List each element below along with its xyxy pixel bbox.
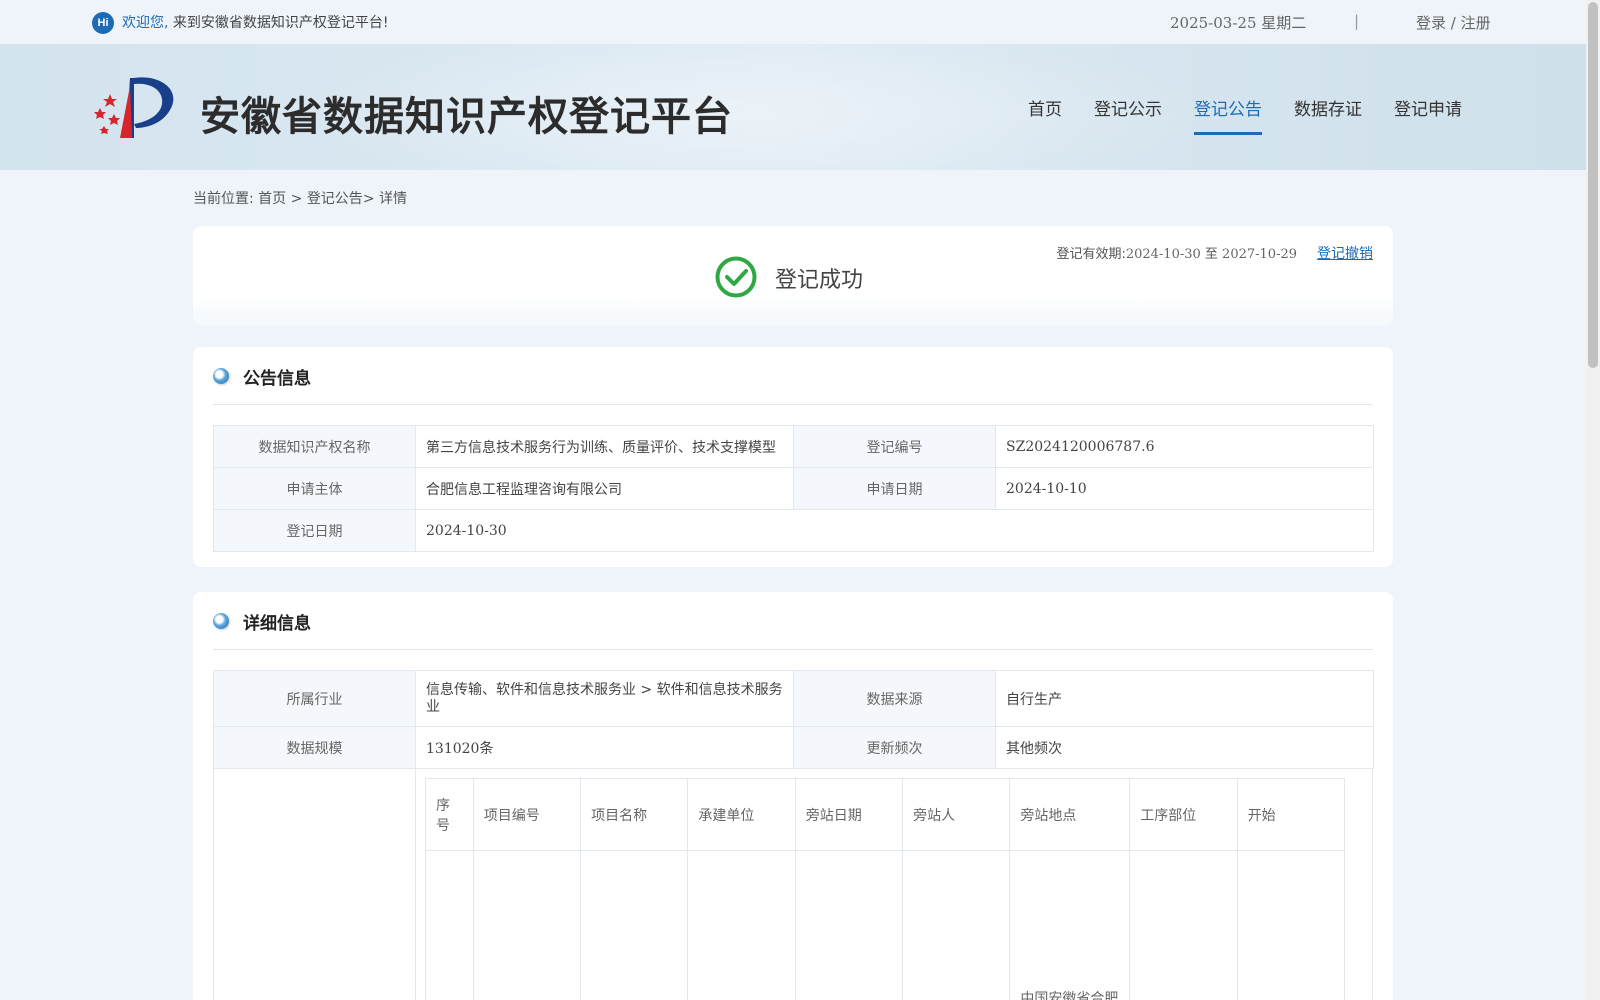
- table-cell: [1129, 850, 1238, 1000]
- col-project-no: 项目编号: [472, 778, 582, 851]
- col-contractor: 承建单位: [687, 778, 796, 851]
- scale-label: 数据规模: [213, 726, 416, 769]
- breadcrumb-prefix: 当前位置:: [193, 191, 254, 207]
- industry-value: 信息传输、软件和信息技术服务业 > 软件和信息技术服务业: [415, 670, 794, 727]
- validity-label: 登记有效期:: [1056, 247, 1126, 262]
- table-row: 申请主体 合肥信息工程监理咨询有限公司 申请日期 2024-10-10: [213, 467, 1374, 510]
- breadcrumb-section[interactable]: 登记公告: [307, 191, 363, 207]
- breadcrumb-sep: >: [286, 191, 307, 207]
- register-link[interactable]: 注册: [1461, 14, 1491, 32]
- divider: [213, 404, 1373, 405]
- site-logo-icon[interactable]: [90, 72, 178, 142]
- welcome-highlight: 欢迎您,: [122, 15, 169, 31]
- status-text: 登记成功: [775, 268, 864, 293]
- col-start: 开始: [1236, 778, 1345, 851]
- name-label: 数据知识产权名称: [213, 425, 416, 468]
- table-row: 数据规模 131020条 更新频次 其他频次: [213, 726, 1374, 769]
- industry-label: 所属行业: [213, 670, 416, 727]
- table-header-row: 序号 项目编号 项目名称 承建单位 旁站日期 旁站人 旁站地点 工序部位 开始: [425, 778, 1345, 851]
- announcement-table: 数据知识产权名称 第三方信息技术服务行为训练、质量评价、技术支撑模型 登记编号 …: [213, 425, 1374, 552]
- nav-announcement[interactable]: 登记公告: [1194, 95, 1262, 137]
- site-header: 安徽省数据知识产权登记平台 首页 登记公示 登记公告 数据存证 登记申请: [0, 44, 1586, 170]
- auth-separator: /: [1446, 14, 1461, 32]
- table-cell: [580, 850, 689, 1000]
- table-row: 登记日期 2024-10-30: [213, 509, 1374, 552]
- announcement-card: 公告信息 数据知识产权名称 第三方信息技术服务行为训练、质量评价、技术支撑模型 …: [193, 347, 1393, 567]
- apply-date-label: 申请日期: [793, 467, 996, 510]
- table-row: 所属行业 信息传输、软件和信息技术服务业 > 软件和信息技术服务业 数据来源 自…: [213, 670, 1374, 727]
- hi-icon: Hi: [92, 12, 114, 34]
- reg-no-value: SZ2024120006787.6: [995, 425, 1374, 468]
- sample-data-table[interactable]: 序号 项目编号 项目名称 承建单位 旁站日期 旁站人 旁站地点 工序部位 开始 …: [425, 778, 1345, 1000]
- table-cell: [794, 850, 904, 1000]
- current-date: 2025-03-25 星期二: [1170, 14, 1307, 32]
- success-check-icon: [715, 256, 757, 298]
- sample-table: 序号 项目编号 项目名称 承建单位 旁站日期 旁站人 旁站地点 工序部位 开始 …: [425, 778, 1345, 1000]
- details-header: 详细信息: [213, 610, 311, 634]
- col-process: 工序部位: [1129, 778, 1238, 851]
- breadcrumb-current: 详情: [379, 191, 407, 207]
- table-cell: [425, 850, 474, 1000]
- nav-apply[interactable]: 登记申请: [1394, 95, 1462, 137]
- welcome-text: 来到安徽省数据知识产权登记平台!: [168, 15, 389, 31]
- location-value: 中国安徽省合肥: [1020, 991, 1119, 1000]
- details-table: 所属行业 信息传输、软件和信息技术服务业 > 软件和信息技术服务业 数据来源 自…: [213, 670, 1374, 769]
- page-scrollbar[interactable]: [1586, 0, 1600, 1000]
- breadcrumb-home[interactable]: 首页: [258, 191, 286, 207]
- main-nav: 首页 登记公示 登记公告 数据存证 登记申请: [996, 95, 1462, 137]
- table-cell: [687, 850, 796, 1000]
- freq-label: 更新频次: [793, 726, 996, 769]
- validity-end: 2027-10-29: [1222, 247, 1297, 262]
- reg-no-label: 登记编号: [793, 425, 996, 468]
- nav-data-evidence[interactable]: 数据存证: [1294, 95, 1362, 137]
- table-cell: [472, 850, 582, 1000]
- table-row: 中国安徽省合肥: [425, 850, 1345, 1000]
- welcome-message: 欢迎您, 来到安徽省数据知识产权登记平台!: [122, 12, 389, 32]
- col-location: 旁站地点: [1009, 778, 1131, 851]
- top-bar: Hi 欢迎您, 来到安徽省数据知识产权登记平台! 2025-03-25 星期二 …: [0, 0, 1586, 44]
- nav-publicity[interactable]: 登记公示: [1094, 95, 1162, 137]
- table-cell: [902, 850, 1011, 1000]
- apply-date-value: 2024-10-10: [995, 467, 1374, 510]
- login-link[interactable]: 登录: [1416, 14, 1446, 32]
- freq-value: 其他频次: [995, 726, 1374, 769]
- applicant-label: 申请主体: [213, 467, 416, 510]
- divider: |: [1354, 12, 1360, 30]
- reg-date-value: 2024-10-30: [415, 509, 1374, 552]
- name-value: 第三方信息技术服务行为训练、质量评价、技术支撑模型: [415, 425, 794, 468]
- col-person: 旁站人: [902, 778, 1011, 851]
- divider: [1372, 768, 1373, 1000]
- bullet-icon: [213, 368, 229, 384]
- validity-period: 登记有效期:2024-10-30 至 2027-10-29: [1056, 243, 1297, 262]
- status-card: 登记成功 登记有效期:2024-10-30 至 2027-10-29 登记撤销: [193, 226, 1393, 326]
- scrollbar-thumb[interactable]: [1588, 2, 1598, 368]
- table-cell: [1236, 850, 1345, 1000]
- site-title: 安徽省数据知识产权登记平台: [200, 94, 733, 140]
- divider: [213, 649, 1373, 650]
- validity-start: 2024-10-30: [1125, 247, 1201, 262]
- scale-value: 131020条: [415, 726, 794, 769]
- section-title: 详细信息: [243, 613, 311, 634]
- col-index: 序号: [425, 778, 474, 851]
- col-date: 旁站日期: [794, 778, 904, 851]
- validity-to: 至: [1200, 247, 1223, 262]
- nav-home[interactable]: 首页: [1028, 95, 1062, 137]
- table-row: 数据知识产权名称 第三方信息技术服务行为训练、质量评价、技术支撑模型 登记编号 …: [213, 425, 1374, 468]
- table-cell: 中国安徽省合肥: [1009, 850, 1131, 1000]
- breadcrumb-sep: >: [362, 191, 379, 207]
- applicant-value: 合肥信息工程监理咨询有限公司: [415, 467, 794, 510]
- revoke-link[interactable]: 登记撤销: [1317, 243, 1373, 263]
- reg-date-label: 登记日期: [213, 509, 416, 552]
- sample-label-cell: [213, 768, 416, 1000]
- announcement-header: 公告信息: [213, 365, 311, 389]
- breadcrumb: 当前位置: 首页 > 登记公告> 详情: [193, 188, 407, 208]
- auth-links: 登录 / 注册: [1416, 12, 1491, 33]
- bullet-icon: [213, 613, 229, 629]
- col-project-name: 项目名称: [580, 778, 689, 851]
- source-value: 自行生产: [995, 670, 1374, 727]
- section-title: 公告信息: [243, 368, 311, 389]
- source-label: 数据来源: [793, 670, 996, 727]
